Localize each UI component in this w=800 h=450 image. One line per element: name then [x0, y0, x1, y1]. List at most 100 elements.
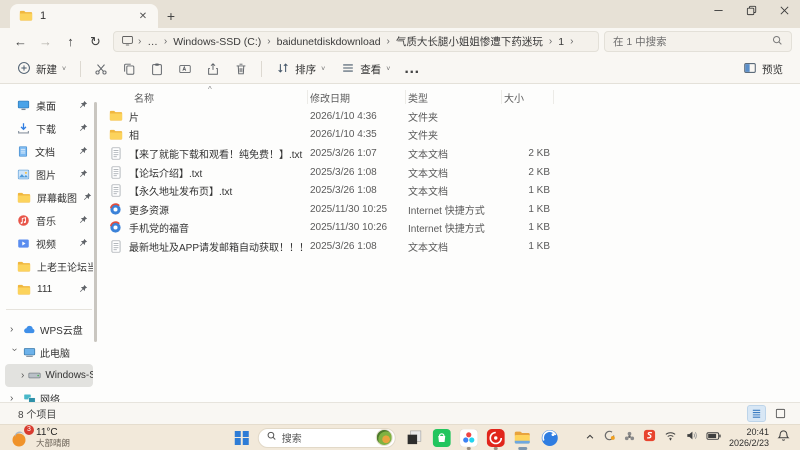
table-row[interactable]: 手机党的福音 2025/11/30 10:26 Internet 快捷方式 1 KB [108, 219, 800, 238]
tree-item[interactable]: › 此电脑 [5, 341, 93, 364]
search-input[interactable]: 在 1 中搜索 [604, 31, 792, 52]
view-button[interactable]: 查看 ˅ [334, 57, 397, 81]
folder-icon [17, 260, 31, 274]
chevron-collapsed-icon[interactable]: › [21, 370, 24, 381]
breadcrumb-item[interactable]: Windows-SSD (C:) [171, 36, 263, 48]
table-row[interactable]: 最新地址及APP请发邮箱自动获取！！！.txt 2025/3/26 1:08 文本文… [108, 237, 800, 256]
sidebar-item[interactable]: 视频 [5, 232, 93, 255]
large-icons-view-button[interactable] [771, 405, 790, 422]
start-button[interactable] [234, 430, 249, 445]
file-explorer-app[interactable] [513, 428, 532, 450]
new-button[interactable]: 新建 ˅ [10, 57, 73, 81]
taskbar-search[interactable]: 搜索 [257, 427, 396, 448]
chevron-right-icon[interactable]: › [263, 36, 274, 47]
sync-icon[interactable] [603, 429, 616, 447]
up-button[interactable]: ↑ [58, 35, 83, 48]
rename-button[interactable] [172, 57, 198, 81]
chevron-right-icon[interactable]: › [134, 36, 145, 47]
sidebar-item[interactable]: 音乐 [5, 209, 93, 232]
chevron-right-icon[interactable]: › [566, 36, 577, 47]
tree-item[interactable]: › 网络 [5, 387, 93, 402]
back-button[interactable]: ← [8, 35, 33, 48]
sidebar-item-label: 图片 [36, 171, 56, 182]
table-row[interactable]: 更多资源 2025/11/30 10:25 Internet 快捷方式 1 KB [108, 200, 800, 219]
more-button[interactable]: … [399, 57, 425, 81]
sidebar-scrollbar[interactable] [94, 102, 97, 342]
table-row[interactable]: 【论坛介绍】.txt 2025/3/26 1:08 文本文档 2 KB [108, 163, 800, 182]
chevron-up-icon[interactable] [585, 429, 595, 447]
wifi-icon[interactable] [664, 429, 677, 447]
explorer-tab[interactable]: 1 ✕ [10, 4, 158, 28]
close-button[interactable] [779, 5, 790, 16]
pin-icon [79, 284, 88, 296]
delete-button[interactable] [228, 57, 254, 81]
table-row[interactable]: 相 2026/1/10 4:35 文件夹 [108, 126, 800, 145]
preview-button[interactable]: 预览 [736, 57, 790, 81]
sogou-input-icon[interactable] [643, 429, 656, 447]
bell-icon[interactable] [777, 429, 790, 447]
tab-close-button[interactable]: ✕ [136, 9, 150, 23]
share-button[interactable] [200, 57, 226, 81]
column-header-size[interactable]: 大小 [502, 90, 554, 105]
copy-button[interactable] [116, 57, 142, 81]
red-music-app[interactable] [486, 428, 505, 450]
breadcrumb-item[interactable]: 1 [556, 36, 566, 48]
tree-item[interactable]: › WPS云盘 [5, 318, 93, 341]
new-tab-button[interactable]: + [158, 4, 184, 28]
file-size: 1 KB [528, 222, 550, 234]
column-header-date[interactable]: 修改日期 [308, 90, 406, 105]
pin-icon [79, 123, 88, 135]
sidebar-item[interactable]: 111 [5, 278, 93, 301]
blue-browser-app[interactable] [540, 428, 559, 448]
column-header-type[interactable]: 类型 [406, 90, 502, 105]
table-row[interactable]: 【来了就能下载和观看！纯免费！】.txt 2025/3/26 1:07 文本文档 2 … [108, 144, 800, 163]
table-row[interactable]: 片 2026/1/10 4:36 文件夹 [108, 107, 800, 126]
volume-icon[interactable] [685, 429, 698, 447]
chevron-right-icon[interactable]: › [545, 36, 556, 47]
sidebar-item[interactable]: 桌面 [5, 94, 93, 117]
restore-button[interactable] [746, 5, 757, 16]
green-store-app[interactable] [432, 428, 451, 448]
battery-icon[interactable] [706, 429, 721, 447]
plugin-icon[interactable] [624, 429, 635, 447]
drive-icon [28, 369, 41, 382]
file-name: 【永久地址发布页】.txt [129, 187, 233, 199]
breadcrumb-item[interactable]: 气质大长腿小姐姐惨遭下药迷玩 [394, 34, 545, 49]
running-indicator [517, 447, 527, 450]
clover-app[interactable] [459, 428, 478, 450]
pin-icon [79, 215, 88, 227]
file-type: 文本文档 [408, 242, 448, 254]
breadcrumb-item[interactable]: baidunetdiskdownload [275, 36, 383, 48]
sidebar-item[interactable]: 上老王论坛当 [5, 255, 93, 278]
tree-item[interactable]: › Windows-SSD [5, 364, 93, 387]
sidebar-item[interactable]: 屏幕截图 [5, 186, 93, 209]
sidebar-item[interactable]: 图片 [5, 163, 93, 186]
search-highlight-image[interactable] [375, 429, 393, 446]
minimize-button[interactable] [713, 5, 724, 16]
address-bar[interactable]: › … › Windows-SSD (C:) › baidunetdiskdownl… [113, 31, 599, 52]
chevron-expanded-icon[interactable]: › [9, 348, 20, 357]
cut-button[interactable] [88, 57, 114, 81]
chevron-right-icon[interactable]: › [160, 36, 171, 47]
sidebar-item[interactable]: 文档 [5, 140, 93, 163]
clock[interactable]: 20:41 2026/2/23 [729, 427, 769, 449]
task-view-app[interactable] [405, 428, 424, 448]
sort-button[interactable]: 排序 ˅ [269, 57, 332, 81]
weather-widget[interactable]: 3 11°C 大部晴朗 [10, 424, 70, 448]
chevron-right-icon[interactable]: › [383, 36, 394, 47]
sidebar-item[interactable]: 下载 [5, 117, 93, 140]
titlebar: 1 ✕ + [0, 0, 800, 28]
system-tray: 20:41 2026/2/23 [585, 427, 790, 449]
chevron-collapsed-icon[interactable]: › [10, 393, 19, 402]
forward-button[interactable]: → [33, 35, 58, 48]
paste-button[interactable] [144, 57, 170, 81]
sidebar-item-label: 上老王论坛当 [37, 263, 93, 274]
file-explorer-window: 1 ✕ + ← → ↑ ↻ › … › Windows-SSD (C:) › bai… [0, 0, 800, 424]
table-row[interactable]: 【永久地址发布页】.txt 2025/3/26 1:08 文本文档 1 KB [108, 181, 800, 200]
refresh-button[interactable]: ↻ [83, 35, 108, 48]
breadcrumb-ellipsis[interactable]: … [145, 36, 160, 48]
file-name: 相 [129, 131, 139, 143]
details-view-button[interactable] [747, 405, 766, 422]
weather-badge: 3 [24, 424, 34, 435]
chevron-collapsed-icon[interactable]: › [10, 324, 19, 335]
